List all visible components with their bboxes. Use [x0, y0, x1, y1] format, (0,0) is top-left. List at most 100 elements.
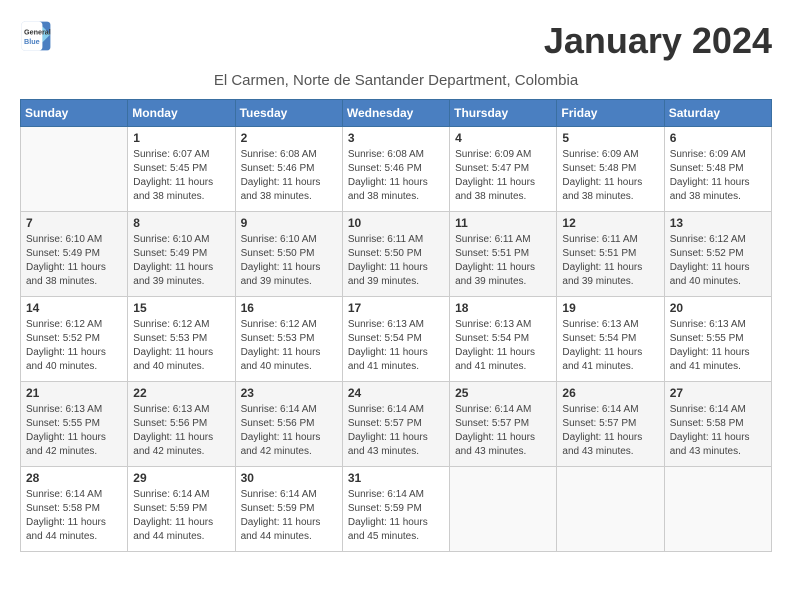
calendar-day-cell: 25Sunrise: 6:14 AMSunset: 5:57 PMDayligh… — [450, 382, 557, 467]
day-number: 28 — [26, 471, 122, 485]
day-info: Sunrise: 6:11 AMSunset: 5:50 PMDaylight:… — [348, 233, 444, 289]
day-info: Sunrise: 6:09 AMSunset: 5:47 PMDaylight:… — [455, 148, 551, 204]
day-info: Sunrise: 6:13 AMSunset: 5:55 PMDaylight:… — [26, 403, 122, 459]
day-number: 26 — [562, 386, 658, 400]
calendar-day-cell — [664, 467, 771, 552]
calendar-day-cell — [557, 467, 664, 552]
calendar-day-cell: 3 Sunrise: 6:08 AMSunset: 5:46 PMDaylight… — [342, 127, 449, 212]
calendar-day-cell — [450, 467, 557, 552]
day-number: 27 — [670, 386, 766, 400]
calendar-day-cell: 29 Sunrise: 6:14 AMSunset: 5:59 PMDayligh… — [128, 467, 235, 552]
day-number: 19 — [562, 301, 658, 315]
day-info: Sunrise: 6:13 AMSunset: 5:56 PMDaylight:… — [133, 403, 229, 459]
day-info: Sunrise: 6:13 AMSunset: 5:54 PMDaylight:… — [348, 318, 444, 374]
day-number: 8 — [133, 216, 229, 230]
calendar-day-cell: 1 Sunrise: 6:07 AMSunset: 5:45 PMDaylight… — [128, 127, 235, 212]
calendar-day-cell: 28 Sunrise: 6:14 AMSunset: 5:58 PMDayligh… — [21, 467, 128, 552]
calendar-day-cell: 27Sunrise: 6:14 AMSunset: 5:58 PMDayligh… — [664, 382, 771, 467]
svg-text:General: General — [24, 27, 51, 36]
day-info: Sunrise: 6:12 AMSunset: 5:52 PMDaylight:… — [26, 318, 122, 374]
calendar-day-cell: 5 Sunrise: 6:09 AMSunset: 5:48 PMDaylight… — [557, 127, 664, 212]
page-header: General Blue January 2024 — [20, 20, 772, 62]
day-number: 22 — [133, 386, 229, 400]
weekday-header-cell: Thursday — [450, 100, 557, 127]
day-info: Sunrise: 6:10 AMSunset: 5:49 PMDaylight:… — [133, 233, 229, 289]
weekday-header-cell: Wednesday — [342, 100, 449, 127]
day-number: 9 — [241, 216, 337, 230]
weekday-header-row: SundayMondayTuesdayWednesdayThursdayFrid… — [21, 100, 772, 127]
calendar-day-cell: 31Sunrise: 6:14 AMSunset: 5:59 PMDayligh… — [342, 467, 449, 552]
day-number: 5 — [562, 131, 658, 145]
day-number: 20 — [670, 301, 766, 315]
day-info: Sunrise: 6:14 AMSunset: 5:59 PMDaylight:… — [241, 488, 337, 544]
day-info: Sunrise: 6:12 AMSunset: 5:52 PMDaylight:… — [670, 233, 766, 289]
calendar-day-cell: 2Sunrise: 6:08 AMSunset: 5:46 PMDaylight… — [235, 127, 342, 212]
day-info: Sunrise: 6:09 AMSunset: 5:48 PMDaylight:… — [670, 148, 766, 204]
day-info: Sunrise: 6:11 AMSunset: 5:51 PMDaylight:… — [562, 233, 658, 289]
day-number: 15 — [133, 301, 229, 315]
day-number: 30 — [241, 471, 337, 485]
calendar-day-cell: 21 Sunrise: 6:13 AMSunset: 5:55 PMDayligh… — [21, 382, 128, 467]
calendar-day-cell: 8 Sunrise: 6:10 AMSunset: 5:49 PMDaylight… — [128, 212, 235, 297]
calendar-day-cell: 14Sunrise: 6:12 AMSunset: 5:52 PMDayligh… — [21, 297, 128, 382]
calendar-day-cell: 23 Sunrise: 6:14 AMSunset: 5:56 PMDayligh… — [235, 382, 342, 467]
day-number: 23 — [241, 386, 337, 400]
day-info: Sunrise: 6:12 AMSunset: 5:53 PMDaylight:… — [241, 318, 337, 374]
day-info: Sunrise: 6:10 AMSunset: 5:50 PMDaylight:… — [241, 233, 337, 289]
day-number: 18 — [455, 301, 551, 315]
calendar-day-cell: 10 Sunrise: 6:11 AMSunset: 5:50 PMDayligh… — [342, 212, 449, 297]
day-info: Sunrise: 6:14 AMSunset: 5:58 PMDaylight:… — [26, 488, 122, 544]
calendar-day-cell — [21, 127, 128, 212]
weekday-header-cell: Saturday — [664, 100, 771, 127]
day-number: 21 — [26, 386, 122, 400]
calendar-day-cell: 30 Sunrise: 6:14 AMSunset: 5:59 PMDayligh… — [235, 467, 342, 552]
calendar-day-cell: 13 Sunrise: 6:12 AMSunset: 5:52 PMDayligh… — [664, 212, 771, 297]
logo-icon: General Blue — [20, 20, 52, 52]
calendar-week-row: 21 Sunrise: 6:13 AMSunset: 5:55 PMDayligh… — [21, 382, 772, 467]
calendar-body: 1 Sunrise: 6:07 AMSunset: 5:45 PMDaylight… — [21, 127, 772, 552]
month-title: January 2024 — [544, 20, 772, 62]
calendar-week-row: 1 Sunrise: 6:07 AMSunset: 5:45 PMDaylight… — [21, 127, 772, 212]
calendar-day-cell: 22 Sunrise: 6:13 AMSunset: 5:56 PMDayligh… — [128, 382, 235, 467]
day-number: 16 — [241, 301, 337, 315]
weekday-header-cell: Tuesday — [235, 100, 342, 127]
calendar-day-cell: 7Sunrise: 6:10 AMSunset: 5:49 PMDaylight… — [21, 212, 128, 297]
calendar-day-cell: 19 Sunrise: 6:13 AMSunset: 5:54 PMDayligh… — [557, 297, 664, 382]
day-info: Sunrise: 6:07 AMSunset: 5:45 PMDaylight:… — [133, 148, 229, 204]
location-title: El Carmen, Norte de Santander Department… — [20, 72, 772, 89]
calendar-day-cell: 17 Sunrise: 6:13 AMSunset: 5:54 PMDayligh… — [342, 297, 449, 382]
day-info: Sunrise: 6:14 AMSunset: 5:59 PMDaylight:… — [348, 488, 444, 544]
day-number: 4 — [455, 131, 551, 145]
day-number: 29 — [133, 471, 229, 485]
logo: General Blue — [20, 20, 56, 52]
day-info: Sunrise: 6:08 AMSunset: 5:46 PMDaylight:… — [348, 148, 444, 204]
day-number: 24 — [348, 386, 444, 400]
day-info: Sunrise: 6:13 AMSunset: 5:54 PMDaylight:… — [562, 318, 658, 374]
day-number: 13 — [670, 216, 766, 230]
calendar-day-cell: 16 Sunrise: 6:12 AMSunset: 5:53 PMDayligh… — [235, 297, 342, 382]
day-info: Sunrise: 6:14 AMSunset: 5:57 PMDaylight:… — [348, 403, 444, 459]
day-info: Sunrise: 6:13 AMSunset: 5:54 PMDaylight:… — [455, 318, 551, 374]
day-info: Sunrise: 6:09 AMSunset: 5:48 PMDaylight:… — [562, 148, 658, 204]
day-number: 25 — [455, 386, 551, 400]
weekday-header-cell: Sunday — [21, 100, 128, 127]
day-info: Sunrise: 6:14 AMSunset: 5:59 PMDaylight:… — [133, 488, 229, 544]
svg-text:Blue: Blue — [24, 37, 40, 46]
day-info: Sunrise: 6:14 AMSunset: 5:56 PMDaylight:… — [241, 403, 337, 459]
day-number: 1 — [133, 131, 229, 145]
calendar-table: SundayMondayTuesdayWednesdayThursdayFrid… — [20, 99, 772, 552]
day-info: Sunrise: 6:14 AMSunset: 5:57 PMDaylight:… — [562, 403, 658, 459]
weekday-header-cell: Monday — [128, 100, 235, 127]
day-info: Sunrise: 6:13 AMSunset: 5:55 PMDaylight:… — [670, 318, 766, 374]
weekday-header-cell: Friday — [557, 100, 664, 127]
calendar-day-cell: 11Sunrise: 6:11 AMSunset: 5:51 PMDayligh… — [450, 212, 557, 297]
calendar-week-row: 7Sunrise: 6:10 AMSunset: 5:49 PMDaylight… — [21, 212, 772, 297]
day-number: 3 — [348, 131, 444, 145]
day-number: 17 — [348, 301, 444, 315]
day-number: 6 — [670, 131, 766, 145]
day-number: 10 — [348, 216, 444, 230]
calendar-day-cell: 18 Sunrise: 6:13 AMSunset: 5:54 PMDayligh… — [450, 297, 557, 382]
calendar-day-cell: 26 Sunrise: 6:14 AMSunset: 5:57 PMDayligh… — [557, 382, 664, 467]
day-number: 2 — [241, 131, 337, 145]
day-info: Sunrise: 6:11 AMSunset: 5:51 PMDaylight:… — [455, 233, 551, 289]
